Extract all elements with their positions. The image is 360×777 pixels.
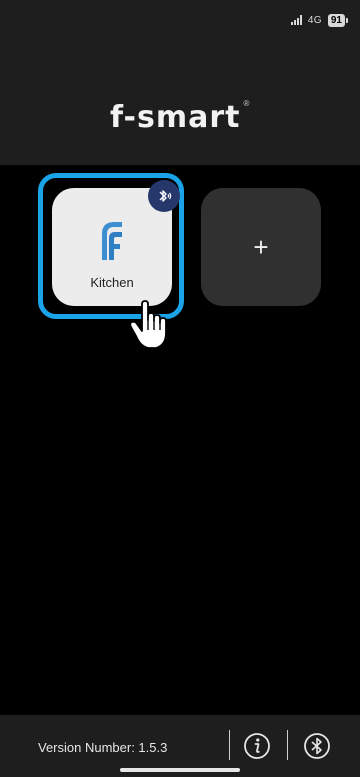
bluetooth-signal-icon bbox=[148, 180, 180, 212]
registered-mark: ® bbox=[243, 99, 250, 108]
hand-pointer-icon bbox=[129, 300, 167, 349]
app-screen: 4G 91 f-smart ® Kitchen + Version Number… bbox=[0, 0, 360, 777]
plus-icon: + bbox=[253, 232, 269, 262]
f-logo-icon bbox=[102, 222, 122, 260]
version-number: Version Number: 1.5.3 bbox=[38, 740, 168, 755]
bluetooth-icon[interactable] bbox=[303, 732, 331, 760]
logo-text: f-smart bbox=[110, 100, 241, 135]
battery-level: 91 bbox=[327, 13, 345, 27]
app-logo: f-smart ® bbox=[110, 99, 250, 135]
footer-divider bbox=[229, 730, 230, 760]
footer-divider bbox=[287, 730, 288, 760]
home-indicator[interactable] bbox=[120, 768, 240, 772]
add-device-button[interactable]: + bbox=[201, 188, 321, 306]
device-name: Kitchen bbox=[90, 275, 134, 290]
info-icon[interactable] bbox=[243, 732, 271, 760]
signal-icon bbox=[290, 15, 302, 25]
network-type: 4G bbox=[307, 14, 322, 26]
status-bar: 4G 91 bbox=[290, 12, 348, 28]
app-header: 4G 91 f-smart ® bbox=[0, 0, 360, 165]
battery-icon: 91 bbox=[327, 13, 348, 27]
